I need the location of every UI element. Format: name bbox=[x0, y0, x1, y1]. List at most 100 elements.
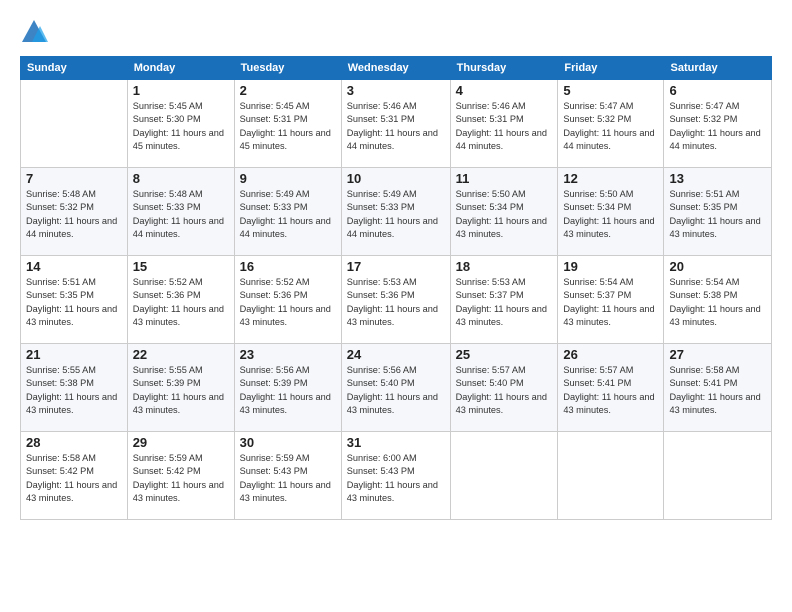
calendar-cell: 26 Sunrise: 5:57 AM Sunset: 5:41 PM Dayli… bbox=[558, 344, 664, 432]
calendar-cell: 4Sunrise: 5:46 AM Sunset: 5:31 PM Daylig… bbox=[450, 80, 558, 168]
calendar: SundayMondayTuesdayWednesdayThursdayFrid… bbox=[20, 56, 772, 520]
cell-info: Sunrise: 5:57 AM Sunset: 5:41 PM Dayligh… bbox=[563, 364, 658, 417]
cell-day-number: 24 bbox=[347, 347, 445, 362]
calendar-cell: 19 Sunrise: 5:54 AM Sunset: 5:37 PM Dayli… bbox=[558, 256, 664, 344]
calendar-cell: 27 Sunrise: 5:58 AM Sunset: 5:41 PM Dayli… bbox=[664, 344, 772, 432]
calendar-cell: 2 Sunrise: 5:45 AM Sunset: 5:31 PM Daylig… bbox=[234, 80, 341, 168]
cell-day-number: 14 bbox=[26, 259, 122, 274]
calendar-cell: 23 Sunrise: 5:56 AM Sunset: 5:39 PM Dayli… bbox=[234, 344, 341, 432]
cell-info: Sunrise: 6:00 AM Sunset: 5:43 PM Dayligh… bbox=[347, 452, 445, 505]
cell-day-number: 16 bbox=[240, 259, 336, 274]
cell-day-number: 9 bbox=[240, 171, 336, 186]
calendar-cell: 13 Sunrise: 5:51 AM Sunset: 5:35 PM Dayli… bbox=[664, 168, 772, 256]
cell-info: Sunrise: 5:56 AM Sunset: 5:39 PM Dayligh… bbox=[240, 364, 336, 417]
calendar-cell: 28 Sunrise: 5:58 AM Sunset: 5:42 PM Dayli… bbox=[21, 432, 128, 520]
cell-day-number: 29 bbox=[133, 435, 229, 450]
cell-day-number: 30 bbox=[240, 435, 336, 450]
cell-day-number: 7 bbox=[26, 171, 122, 186]
cell-info: Sunrise: 5:53 AM Sunset: 5:37 PM Dayligh… bbox=[456, 276, 553, 329]
calendar-cell: 17 Sunrise: 5:53 AM Sunset: 5:36 PM Dayli… bbox=[341, 256, 450, 344]
cell-info: Sunrise: 5:49 AM Sunset: 5:33 PM Dayligh… bbox=[347, 188, 445, 241]
cell-info: Sunrise: 5:48 AM Sunset: 5:33 PM Dayligh… bbox=[133, 188, 229, 241]
cell-info: Sunrise: 5:51 AM Sunset: 5:35 PM Dayligh… bbox=[669, 188, 766, 241]
cell-day-number: 22 bbox=[133, 347, 229, 362]
day-header-friday: Friday bbox=[558, 57, 664, 80]
day-header-sunday: Sunday bbox=[21, 57, 128, 80]
calendar-week-5: 28 Sunrise: 5:58 AM Sunset: 5:42 PM Dayli… bbox=[21, 432, 772, 520]
day-header-tuesday: Tuesday bbox=[234, 57, 341, 80]
cell-day-number: 11 bbox=[456, 171, 553, 186]
calendar-week-1: 1Sunrise: 5:45 AM Sunset: 5:30 PM Daylig… bbox=[21, 80, 772, 168]
calendar-cell: 22 Sunrise: 5:55 AM Sunset: 5:39 PM Dayli… bbox=[127, 344, 234, 432]
cell-info: Sunrise: 5:59 AM Sunset: 5:42 PM Dayligh… bbox=[133, 452, 229, 505]
cell-day-number: 4 bbox=[456, 83, 553, 98]
cell-info: Sunrise: 5:59 AM Sunset: 5:43 PM Dayligh… bbox=[240, 452, 336, 505]
calendar-cell: 20 Sunrise: 5:54 AM Sunset: 5:38 PM Dayli… bbox=[664, 256, 772, 344]
calendar-cell: 25Sunrise: 5:57 AM Sunset: 5:40 PM Dayli… bbox=[450, 344, 558, 432]
cell-info: Sunrise: 5:49 AM Sunset: 5:33 PM Dayligh… bbox=[240, 188, 336, 241]
cell-day-number: 21 bbox=[26, 347, 122, 362]
cell-day-number: 23 bbox=[240, 347, 336, 362]
cell-day-number: 31 bbox=[347, 435, 445, 450]
day-header-saturday: Saturday bbox=[664, 57, 772, 80]
calendar-cell: 30 Sunrise: 5:59 AM Sunset: 5:43 PM Dayli… bbox=[234, 432, 341, 520]
cell-info: Sunrise: 5:47 AM Sunset: 5:32 PM Dayligh… bbox=[563, 100, 658, 153]
cell-info: Sunrise: 5:54 AM Sunset: 5:38 PM Dayligh… bbox=[669, 276, 766, 329]
cell-info: Sunrise: 5:58 AM Sunset: 5:41 PM Dayligh… bbox=[669, 364, 766, 417]
cell-day-number: 26 bbox=[563, 347, 658, 362]
cell-day-number: 28 bbox=[26, 435, 122, 450]
cell-day-number: 13 bbox=[669, 171, 766, 186]
header bbox=[20, 18, 772, 46]
calendar-cell: 8 Sunrise: 5:48 AM Sunset: 5:33 PM Daylig… bbox=[127, 168, 234, 256]
calendar-cell: 6 Sunrise: 5:47 AM Sunset: 5:32 PM Daylig… bbox=[664, 80, 772, 168]
day-header-monday: Monday bbox=[127, 57, 234, 80]
cell-day-number: 6 bbox=[669, 83, 766, 98]
cell-info: Sunrise: 5:47 AM Sunset: 5:32 PM Dayligh… bbox=[669, 100, 766, 153]
calendar-cell: 1Sunrise: 5:45 AM Sunset: 5:30 PM Daylig… bbox=[127, 80, 234, 168]
cell-day-number: 19 bbox=[563, 259, 658, 274]
calendar-cell: 5 Sunrise: 5:47 AM Sunset: 5:32 PM Daylig… bbox=[558, 80, 664, 168]
calendar-week-4: 21 Sunrise: 5:55 AM Sunset: 5:38 PM Dayli… bbox=[21, 344, 772, 432]
cell-info: Sunrise: 5:52 AM Sunset: 5:36 PM Dayligh… bbox=[240, 276, 336, 329]
cell-day-number: 5 bbox=[563, 83, 658, 98]
calendar-cell: 24 Sunrise: 5:56 AM Sunset: 5:40 PM Dayli… bbox=[341, 344, 450, 432]
cell-day-number: 27 bbox=[669, 347, 766, 362]
calendar-cell: 3 Sunrise: 5:46 AM Sunset: 5:31 PM Daylig… bbox=[341, 80, 450, 168]
calendar-cell: 9 Sunrise: 5:49 AM Sunset: 5:33 PM Daylig… bbox=[234, 168, 341, 256]
calendar-cell bbox=[21, 80, 128, 168]
calendar-cell: 15Sunrise: 5:52 AM Sunset: 5:36 PM Dayli… bbox=[127, 256, 234, 344]
cell-info: Sunrise: 5:45 AM Sunset: 5:31 PM Dayligh… bbox=[240, 100, 336, 153]
cell-info: Sunrise: 5:46 AM Sunset: 5:31 PM Dayligh… bbox=[347, 100, 445, 153]
calendar-cell bbox=[664, 432, 772, 520]
calendar-cell: 12Sunrise: 5:50 AM Sunset: 5:34 PM Dayli… bbox=[558, 168, 664, 256]
cell-info: Sunrise: 5:48 AM Sunset: 5:32 PM Dayligh… bbox=[26, 188, 122, 241]
cell-info: Sunrise: 5:55 AM Sunset: 5:39 PM Dayligh… bbox=[133, 364, 229, 417]
cell-info: Sunrise: 5:53 AM Sunset: 5:36 PM Dayligh… bbox=[347, 276, 445, 329]
cell-day-number: 15 bbox=[133, 259, 229, 274]
calendar-cell: 11 Sunrise: 5:50 AM Sunset: 5:34 PM Dayli… bbox=[450, 168, 558, 256]
cell-day-number: 10 bbox=[347, 171, 445, 186]
calendar-cell: 10 Sunrise: 5:49 AM Sunset: 5:33 PM Dayli… bbox=[341, 168, 450, 256]
cell-day-number: 17 bbox=[347, 259, 445, 274]
day-header-wednesday: Wednesday bbox=[341, 57, 450, 80]
cell-info: Sunrise: 5:55 AM Sunset: 5:38 PM Dayligh… bbox=[26, 364, 122, 417]
cell-info: Sunrise: 5:56 AM Sunset: 5:40 PM Dayligh… bbox=[347, 364, 445, 417]
calendar-cell: 31 Sunrise: 6:00 AM Sunset: 5:43 PM Dayli… bbox=[341, 432, 450, 520]
cell-day-number: 18 bbox=[456, 259, 553, 274]
calendar-week-3: 14Sunrise: 5:51 AM Sunset: 5:35 PM Dayli… bbox=[21, 256, 772, 344]
cell-day-number: 8 bbox=[133, 171, 229, 186]
calendar-week-2: 7 Sunrise: 5:48 AM Sunset: 5:32 PM Daylig… bbox=[21, 168, 772, 256]
cell-info: Sunrise: 5:50 AM Sunset: 5:34 PM Dayligh… bbox=[456, 188, 553, 241]
cell-info: Sunrise: 5:58 AM Sunset: 5:42 PM Dayligh… bbox=[26, 452, 122, 505]
cell-info: Sunrise: 5:57 AM Sunset: 5:40 PM Dayligh… bbox=[456, 364, 553, 417]
logo-icon bbox=[20, 18, 48, 46]
cell-day-number: 20 bbox=[669, 259, 766, 274]
cell-info: Sunrise: 5:54 AM Sunset: 5:37 PM Dayligh… bbox=[563, 276, 658, 329]
calendar-cell: 21 Sunrise: 5:55 AM Sunset: 5:38 PM Dayli… bbox=[21, 344, 128, 432]
calendar-cell bbox=[558, 432, 664, 520]
cell-info: Sunrise: 5:45 AM Sunset: 5:30 PM Dayligh… bbox=[133, 100, 229, 153]
cell-day-number: 3 bbox=[347, 83, 445, 98]
cell-day-number: 12 bbox=[563, 171, 658, 186]
page: SundayMondayTuesdayWednesdayThursdayFrid… bbox=[0, 0, 792, 612]
cell-day-number: 2 bbox=[240, 83, 336, 98]
